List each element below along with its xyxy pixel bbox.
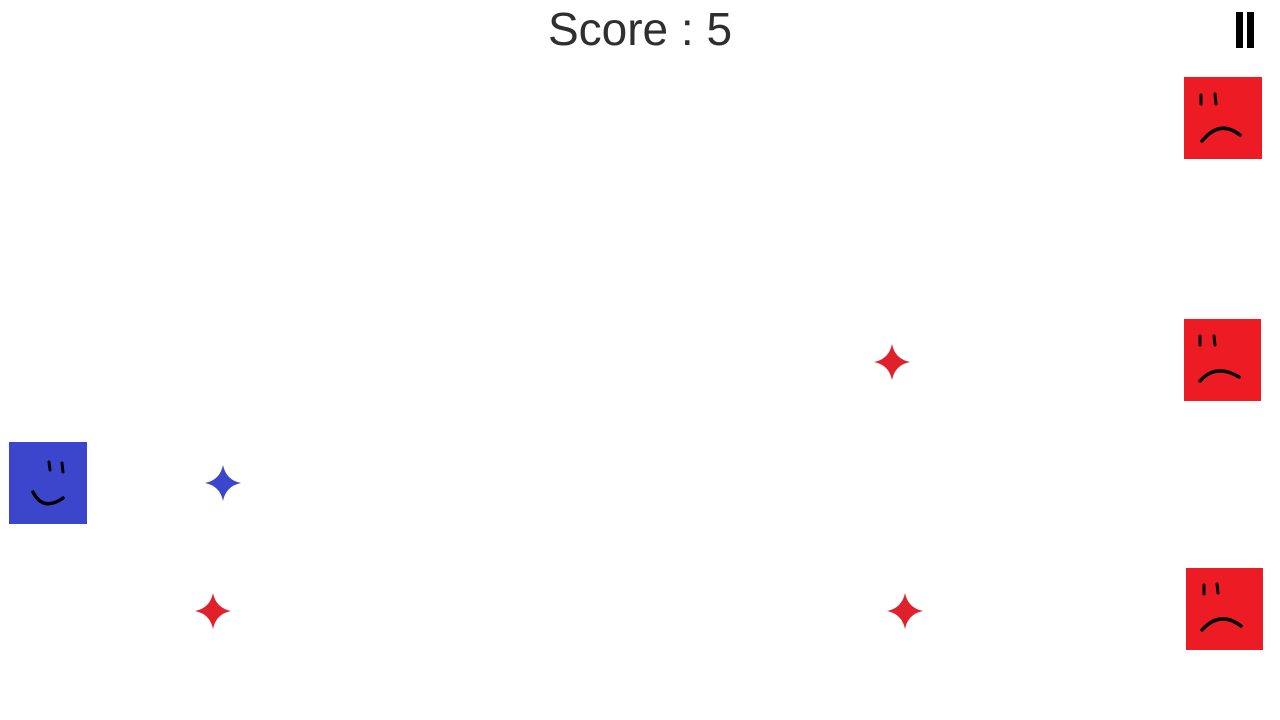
enemy-eye-right xyxy=(1212,334,1217,347)
four-point-star-icon xyxy=(205,465,241,501)
enemy-bullet xyxy=(874,344,910,380)
enemy-body xyxy=(1184,319,1261,401)
enemy-character xyxy=(1184,319,1261,401)
enemy-body xyxy=(1184,77,1262,159)
game-canvas[interactable]: Score : 5 xyxy=(0,0,1280,720)
four-point-star-icon xyxy=(874,344,910,380)
enemy-eye-right xyxy=(1215,582,1220,595)
enemy-character xyxy=(1184,77,1262,159)
player-character[interactable] xyxy=(9,442,87,524)
four-point-star-icon xyxy=(887,593,923,629)
enemy-character xyxy=(1186,568,1263,650)
player-eye-left xyxy=(47,460,52,472)
player-eye-right xyxy=(60,461,65,474)
pause-button[interactable] xyxy=(1228,8,1264,52)
enemy-eye-right xyxy=(1213,92,1218,106)
score-display: Score : 5 xyxy=(547,3,733,55)
enemy-bullet xyxy=(887,593,923,629)
player-bullet xyxy=(205,465,241,501)
four-point-star-icon xyxy=(195,593,231,629)
enemy-body xyxy=(1186,568,1263,650)
enemy-bullet xyxy=(195,593,231,629)
player-body xyxy=(9,442,87,524)
